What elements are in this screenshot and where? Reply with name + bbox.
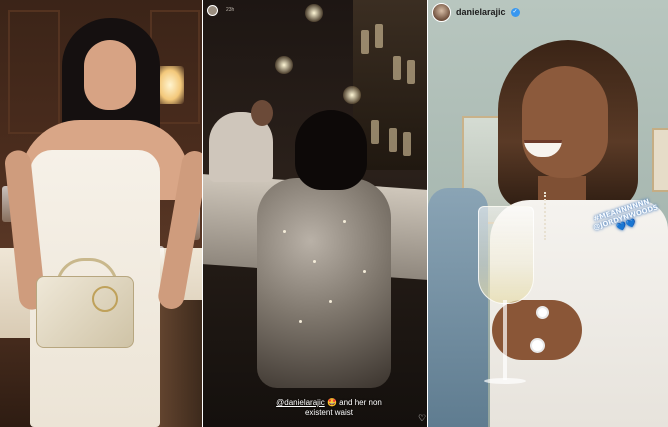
sparkly-dress-back xyxy=(257,178,391,388)
story-panel-middle: 23h @danielarajic 🤩 and her non existent… xyxy=(203,0,427,427)
sequin-sparkle xyxy=(313,260,316,263)
woman-face xyxy=(522,66,608,178)
bottle xyxy=(371,120,379,144)
bottle xyxy=(403,132,411,156)
sequin-sparkle xyxy=(343,220,346,223)
woman-hair-bun xyxy=(295,110,367,190)
bottle xyxy=(361,30,369,54)
photo-panel-right: danielarajic ✓ #MEANNNNNN @JORDYNWOODS 💙… xyxy=(428,0,668,427)
bottle xyxy=(407,60,415,84)
heart-icon[interactable]: ♡ xyxy=(418,413,426,424)
wine-glass xyxy=(478,206,534,304)
caption-emoji: 🤩 xyxy=(326,398,337,407)
bottle xyxy=(389,128,397,152)
story-header: 23h xyxy=(203,0,427,20)
wall-frame xyxy=(652,128,668,192)
wine-glass-base xyxy=(484,378,526,384)
bottle xyxy=(393,56,401,80)
profile-avatar[interactable] xyxy=(432,2,451,22)
sequin-sparkle xyxy=(283,230,286,233)
woman-face xyxy=(84,40,136,110)
handbag xyxy=(36,276,134,348)
caption-mention[interactable]: @danielarajic xyxy=(276,398,325,407)
verified-badge-icon: ✓ xyxy=(510,7,520,17)
sequin-sparkle xyxy=(363,270,366,273)
bottle xyxy=(375,24,383,48)
sequin-sparkle xyxy=(299,320,302,323)
wine-glass-stem xyxy=(503,300,507,380)
pearl-necklace xyxy=(544,192,562,240)
ring xyxy=(536,306,549,319)
handbag-charm xyxy=(92,286,118,312)
ceiling-light xyxy=(343,86,361,104)
diamond-ring xyxy=(530,338,545,353)
wood-wall-panel xyxy=(8,10,60,134)
bartender-head xyxy=(251,100,273,126)
wall-sconce-light xyxy=(156,66,184,104)
ceiling-light xyxy=(275,56,293,74)
story-avatar[interactable] xyxy=(207,4,218,16)
photo-panel-left xyxy=(0,0,202,427)
story-caption: @danielarajic 🤩 and her non existent wai… xyxy=(269,398,389,418)
profile-username[interactable]: danielarajic xyxy=(456,7,506,17)
story-timestamp: 23h xyxy=(226,7,235,13)
sequin-sparkle xyxy=(329,300,332,303)
post-header: danielarajic ✓ xyxy=(428,0,668,24)
